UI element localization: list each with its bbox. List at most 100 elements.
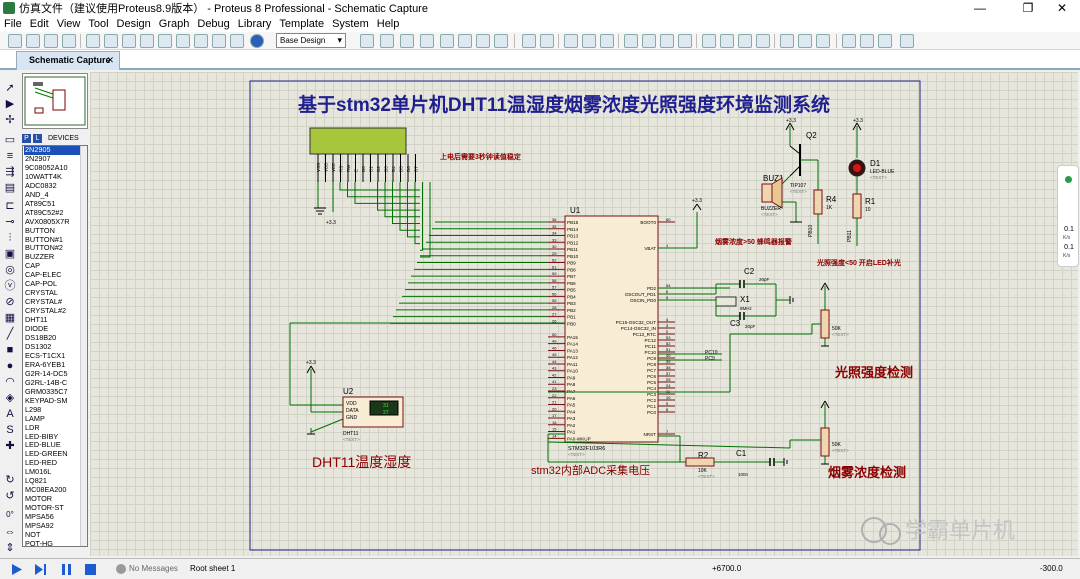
messages-status[interactable]: No Messages — [129, 564, 178, 573]
smoke-potentiometer[interactable] — [820, 427, 830, 457]
line-icon[interactable]: ╱ — [3, 328, 17, 341]
device-list-item[interactable]: AT89C51 — [24, 200, 87, 209]
device-list-item[interactable]: NOT — [24, 531, 87, 540]
junction-dot-icon[interactable]: ✢ — [3, 114, 17, 127]
netlist-icon[interactable] — [900, 34, 914, 48]
device-list-item[interactable]: BUTTON#2 — [24, 244, 87, 253]
rotate-ccw-icon[interactable]: ↺ — [3, 490, 17, 503]
menu-view[interactable]: View — [53, 18, 85, 30]
origin-icon[interactable] — [400, 34, 414, 48]
step-icon[interactable] — [34, 563, 47, 576]
menu-debug[interactable]: Debug — [193, 18, 233, 30]
device-list-item[interactable]: DS18B20 — [24, 334, 87, 343]
menu-tool[interactable]: Tool — [84, 18, 112, 30]
device-list-item[interactable]: BUZZER — [24, 253, 87, 262]
zoom-area-icon[interactable] — [494, 34, 508, 48]
device-list-item[interactable]: ERA-6YEB1 — [24, 361, 87, 370]
close-button[interactable]: ✕ — [1042, 0, 1080, 16]
device-list-item[interactable]: CAP-ELEC — [24, 271, 87, 280]
pan-icon[interactable] — [420, 34, 434, 48]
packaging-tool-icon[interactable] — [738, 34, 752, 48]
text-icon[interactable]: A — [3, 408, 17, 421]
device-list-item[interactable]: G2R-14-DC5 — [24, 370, 87, 379]
menu-graph[interactable]: Graph — [155, 18, 194, 30]
device-list-item[interactable]: BUTTON — [24, 227, 87, 236]
selection-mode-icon[interactable]: ➚ — [3, 82, 17, 95]
current-probe-icon[interactable]: ⊘ — [3, 296, 17, 309]
device-list-item[interactable]: LAMP — [24, 415, 87, 424]
zoom-all-icon[interactable] — [476, 34, 490, 48]
wire-autorouter-icon[interactable] — [780, 34, 794, 48]
pcb-icon[interactable] — [122, 34, 136, 48]
virtual-instruments-icon[interactable]: ▦ — [3, 312, 17, 325]
device-list-item[interactable]: AT89C52#2 — [24, 209, 87, 218]
decompose-icon[interactable] — [756, 34, 770, 48]
menu-system[interactable]: System — [328, 18, 373, 30]
pick-devices-button[interactable]: P — [22, 133, 31, 143]
menu-edit[interactable]: Edit — [26, 18, 53, 30]
stop-icon[interactable] — [84, 563, 97, 576]
schematic-canvas[interactable]: 基于stm32单片机DHT11温湿度烟雾浓度光照强度环境监测系统 上电后需要3秒… — [90, 72, 1078, 556]
device-list-item[interactable]: 10WATT4K — [24, 173, 87, 182]
device-list-item[interactable]: MOTOR — [24, 495, 87, 504]
device-list-item[interactable]: CRYSTAL# — [24, 298, 87, 307]
circle-icon[interactable]: ● — [3, 360, 17, 373]
buzzer-component[interactable] — [761, 183, 773, 203]
device-list-item[interactable]: BUTTON#1 — [24, 236, 87, 245]
r1-resistor[interactable] — [852, 193, 862, 219]
mirror-x-icon[interactable]: ⇔ — [3, 526, 17, 539]
exit-to-parent-icon[interactable] — [878, 34, 892, 48]
device-list-item[interactable]: 2N2905 — [24, 146, 87, 155]
device-list-item[interactable]: LDR — [24, 424, 87, 433]
remove-sheet-icon[interactable] — [860, 34, 874, 48]
r2-resistor[interactable] — [685, 457, 715, 467]
menu-design[interactable]: Design — [113, 18, 155, 30]
box-icon[interactable]: ■ — [3, 344, 17, 357]
device-list-item[interactable]: LED-BLUE — [24, 441, 87, 450]
toggle-grid-icon[interactable] — [380, 34, 394, 48]
device-list-item[interactable]: POT-HG — [24, 540, 87, 546]
device-pins-icon[interactable]: ⊸ — [3, 216, 17, 229]
property-assign-icon[interactable] — [816, 34, 830, 48]
bom-icon[interactable] — [194, 34, 208, 48]
symbol-icon[interactable]: S — [3, 424, 17, 437]
search-tag-icon[interactable] — [798, 34, 812, 48]
tape-recorder-icon[interactable]: ▣ — [3, 248, 17, 261]
device-list-item[interactable]: LED-RED — [24, 459, 87, 468]
menu-template[interactable]: Template — [275, 18, 328, 30]
device-list-item[interactable]: MOTOR-ST — [24, 504, 87, 513]
device-list-item[interactable]: 2N2907 — [24, 155, 87, 164]
device-list-item[interactable]: GRM0335C7 — [24, 388, 87, 397]
device-list-item[interactable]: DS1302 — [24, 343, 87, 352]
zoom-in-icon[interactable] — [440, 34, 454, 48]
schematic-icon[interactable] — [104, 34, 118, 48]
make-device-icon[interactable] — [720, 34, 734, 48]
device-list-item[interactable]: MC08EA200 — [24, 486, 87, 495]
save-project-icon[interactable] — [44, 34, 58, 48]
tab-close-icon[interactable]: ✕ — [106, 52, 114, 69]
pick-device-icon[interactable] — [702, 34, 716, 48]
overview-window[interactable] — [22, 73, 88, 129]
rotate-cw-icon[interactable]: ↻ — [3, 474, 17, 487]
block-rotate-icon[interactable] — [660, 34, 674, 48]
device-list-item[interactable]: CAP-POL — [24, 280, 87, 289]
menu-library[interactable]: Library — [234, 18, 276, 30]
home-icon[interactable] — [86, 34, 100, 48]
3d-view-icon[interactable] — [140, 34, 154, 48]
close-project-icon[interactable] — [62, 34, 76, 48]
device-list-item[interactable]: CRYSTAL — [24, 289, 87, 298]
copy-icon[interactable] — [582, 34, 596, 48]
device-list-item[interactable]: CAP — [24, 262, 87, 271]
rotation-angle[interactable]: 0° — [3, 508, 17, 521]
undo-icon[interactable] — [522, 34, 536, 48]
marker-icon[interactable]: ✚ — [3, 440, 17, 453]
device-list-item[interactable]: LM016L — [24, 468, 87, 477]
device-list-item[interactable]: AND_4 — [24, 191, 87, 200]
block-copy-icon[interactable] — [624, 34, 638, 48]
gerber-icon[interactable] — [158, 34, 172, 48]
tab-schematic-capture[interactable]: Schematic Capture ✕ — [16, 51, 120, 70]
pause-icon[interactable] — [60, 563, 73, 576]
new-sheet-icon[interactable] — [842, 34, 856, 48]
device-list-item[interactable]: AVX0805X7R — [24, 218, 87, 227]
device-list-item[interactable]: LED-GREEN — [24, 450, 87, 459]
